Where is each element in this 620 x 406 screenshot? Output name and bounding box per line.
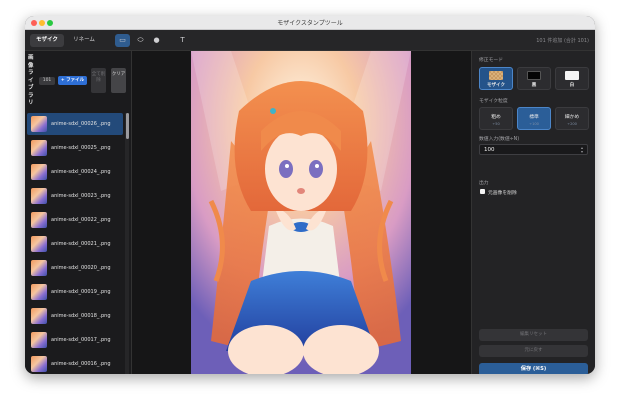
mode-mosaic-button[interactable]: モザイク [479, 67, 513, 90]
thumbnail [31, 284, 47, 300]
thumbnail [31, 164, 47, 180]
ellipse-icon: ⬭ [137, 36, 144, 44]
output-label: 出力 [479, 181, 489, 186]
thumbnail [31, 260, 47, 276]
scrollbar-thumb[interactable] [125, 113, 129, 139]
file-list-item[interactable]: anime-sdxl_00021_.png [27, 233, 123, 255]
mode-white-button[interactable]: 白 [555, 67, 589, 90]
rectangle-icon: ▭ [119, 36, 126, 44]
file-list-item[interactable]: anime-sdxl_00024_.png [27, 161, 123, 183]
file-list-item[interactable]: anime-sdxl_00019_.png [27, 281, 123, 303]
custom-value-input[interactable] [479, 144, 588, 155]
mode-label: 黒 [531, 83, 537, 88]
file-list-item[interactable]: anime-sdxl_00017_.png [27, 329, 123, 351]
file-list-scrollbar[interactable] [125, 113, 129, 374]
library-title: 画像ライブラリ [28, 55, 34, 106]
strength-fine-button[interactable]: 細かめ ÷200 [555, 107, 589, 130]
thumbnail [31, 332, 47, 348]
thumbnail [31, 212, 47, 228]
canvas-area [132, 51, 471, 374]
strength-name: 標準 [529, 115, 539, 120]
file-name: anime-sdxl_00016_.png [51, 361, 111, 367]
title-bar: モザイクスタンプツール [25, 16, 595, 30]
strength-label: モザイク粒度 [479, 99, 508, 104]
rectangle-tool-button[interactable]: ▭ [115, 34, 130, 47]
thumbnail [31, 116, 47, 132]
mode-black-button[interactable]: 黒 [517, 67, 551, 90]
strength-standard-button[interactable]: 標準 ÷100 [517, 107, 551, 130]
undo-button[interactable]: 元に戻す [479, 345, 588, 357]
file-list-item[interactable]: anime-sdxl_00023_.png [27, 185, 123, 207]
add-file-button[interactable]: + ファイル [58, 76, 87, 85]
custom-value-label: 数値入力(数値÷N) [479, 137, 520, 142]
file-name: anime-sdxl_00018_.png [51, 313, 111, 319]
file-name: anime-sdxl_00021_.png [51, 241, 111, 247]
file-list-item[interactable]: anime-sdxl_00018_.png [27, 305, 123, 327]
anime-illustration [191, 51, 411, 374]
file-name: anime-sdxl_00019_.png [51, 289, 111, 295]
app-window: モザイクスタンプツール モザイク リネーム ▭ ⬭ ● T 101 件追加 (合… [25, 16, 595, 374]
stepper-icon[interactable]: ▴ ▾ [581, 146, 583, 154]
thumbnail [31, 188, 47, 204]
thumbnail [31, 308, 47, 324]
circle-tool-button[interactable]: ● [149, 34, 164, 47]
strength-name: 細かめ [564, 115, 580, 120]
edited-image[interactable] [191, 51, 411, 374]
file-name: anime-sdxl_00017_.png [51, 337, 111, 343]
file-name: anime-sdxl_00022_.png [51, 217, 111, 223]
delete-original-label: 元画像を削除 [488, 191, 517, 196]
delete-original-checkbox[interactable] [480, 189, 485, 194]
text-tool-button[interactable]: T [175, 34, 190, 47]
strength-value: ÷100 [529, 122, 539, 126]
reset-edits-button[interactable]: 編集リセット [479, 329, 588, 341]
strength-value: ÷200 [567, 122, 577, 126]
mode-label: 白 [569, 83, 575, 88]
toolbar: モザイク リネーム ▭ ⬭ ● T 101 件追加 (合計 101) [25, 30, 595, 51]
tab-rename[interactable]: リネーム [69, 34, 99, 47]
image-library-sidebar: 画像ライブラリ 101 + ファイル 全て削除 クリア anime-sdxl_0… [25, 51, 132, 374]
delete-all-button[interactable]: 全て削除 [91, 68, 106, 93]
file-name: anime-sdxl_00024_.png [51, 169, 111, 175]
file-list-item[interactable]: anime-sdxl_00020_.png [27, 257, 123, 279]
mosaic-swatch-icon [489, 71, 503, 80]
file-name: anime-sdxl_00026_.png [51, 121, 111, 127]
file-name: anime-sdxl_00025_.png [51, 145, 111, 151]
white-swatch-icon [565, 71, 579, 80]
text-icon: T [180, 36, 185, 44]
status-text: 101 件追加 (合計 101) [536, 38, 589, 44]
settings-panel: 修正モード モザイク 黒 白 モザイク粒度 粗め ÷50 標準 ÷100 細かめ… [471, 51, 595, 374]
clear-button[interactable]: クリア [111, 68, 126, 93]
file-name: anime-sdxl_00020_.png [51, 265, 111, 271]
file-list-item[interactable]: anime-sdxl_00016_.png [27, 353, 123, 374]
strength-value: ÷50 [492, 122, 500, 126]
ellipse-tool-button[interactable]: ⬭ [133, 34, 148, 47]
mode-label: モザイク [487, 83, 505, 88]
image-count-badge: 101 [39, 77, 55, 85]
strength-coarse-button[interactable]: 粗め ÷50 [479, 107, 513, 130]
strength-name: 粗め [491, 115, 501, 120]
file-list-item[interactable]: anime-sdxl_00022_.png [27, 209, 123, 231]
thumbnail [31, 140, 47, 156]
fill-mode-label: 修正モード [479, 58, 503, 63]
file-list-item[interactable]: anime-sdxl_00026_.png [27, 113, 123, 135]
tab-mosaic[interactable]: モザイク [30, 34, 64, 47]
save-button[interactable]: 保存 (⌘S) [479, 363, 588, 374]
thumbnail [31, 236, 47, 252]
file-name: anime-sdxl_00023_.png [51, 193, 111, 199]
black-swatch-icon [527, 71, 541, 80]
circle-icon: ● [153, 36, 160, 44]
thumbnail [31, 356, 47, 372]
file-list: anime-sdxl_00026_.png anime-sdxl_00025_.… [27, 113, 123, 374]
window-title: モザイクスタンプツール [277, 20, 343, 27]
file-list-item[interactable]: anime-sdxl_00025_.png [27, 137, 123, 159]
